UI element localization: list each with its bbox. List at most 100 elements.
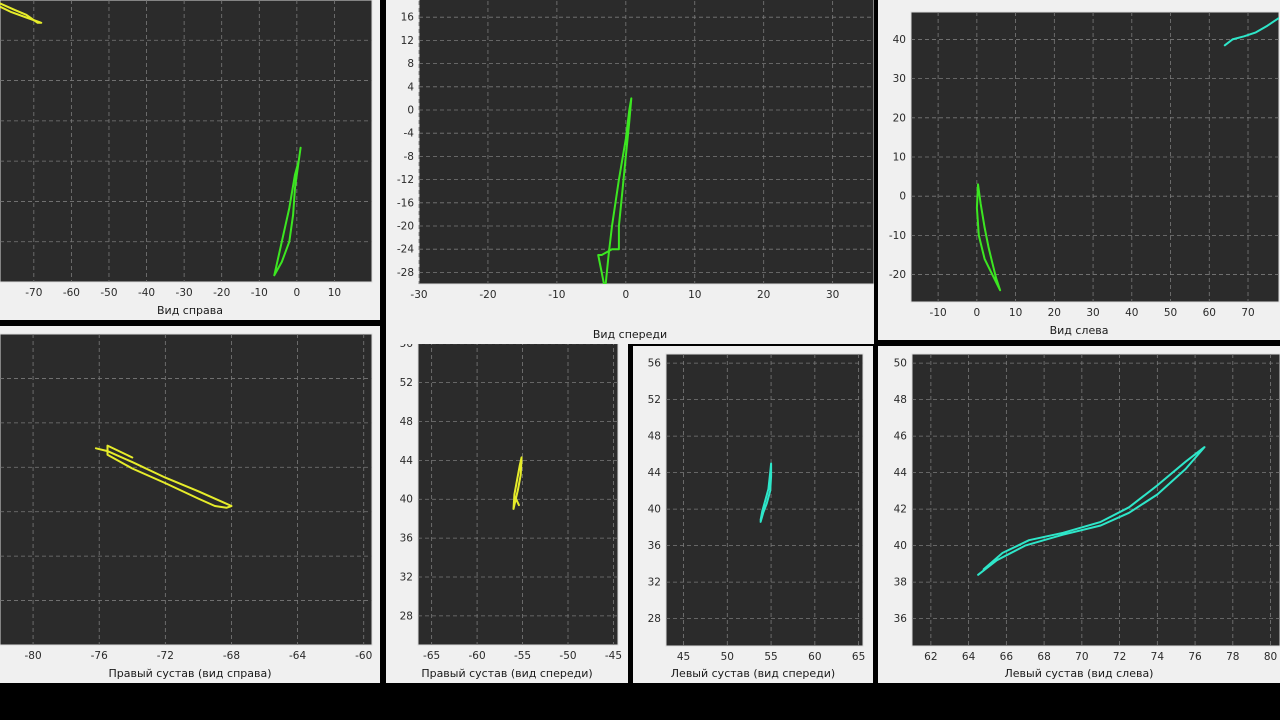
chart-right-joint-front: -65 -60 -55 -50 -455652484440363228 — [400, 333, 622, 662]
x-tick-label: -64 — [289, 650, 306, 662]
x-tick-label: -68 — [223, 650, 240, 662]
x-tick-label: -72 — [157, 650, 174, 662]
y-tick-label: 32 — [400, 571, 413, 583]
panel-left-joint-front: 45 50 55 60 65 56 52 48 44 40 36 32 28 Левый сустав … — [633, 346, 873, 683]
y-tick-label: 36 — [894, 613, 908, 625]
chart-right-joint-side: -80 -76 -72 -68 -64 -60 — [0, 333, 373, 662]
y-tick-label: 28 — [648, 613, 661, 625]
y-tick-label: 0 — [899, 191, 906, 203]
chart-left-joint-front: 45 50 55 60 65 56 52 48 44 40 36 32 28 — [648, 353, 865, 663]
y-tick-label: 48 — [648, 431, 661, 443]
x-tick-label: 64 — [962, 651, 976, 663]
x-tick-label: 20 — [757, 289, 770, 301]
x-tick-label: -30 — [176, 287, 193, 299]
x-tick-label: 10 — [328, 287, 341, 299]
x-tick-label: -20 — [479, 289, 496, 301]
x-tick-label: -70 — [25, 287, 42, 299]
y-tick-label: 16 — [401, 12, 415, 24]
x-tick-label: -10 — [930, 307, 947, 319]
y-tick-label: 40 — [648, 504, 661, 516]
x-tick-label: 78 — [1226, 651, 1239, 663]
chart-right-view: -70 -60 -50 -40 -30 -20 -10 0 10 — [0, 0, 373, 299]
y-tick-label: -12 — [397, 174, 414, 186]
y-tick-label: 36 — [400, 533, 414, 545]
x-tick-label: -10 — [251, 287, 268, 299]
x-tick-label: -80 — [24, 650, 41, 662]
x-tick-label: 10 — [1009, 307, 1022, 319]
x-tick-label: -76 — [91, 650, 108, 662]
y-tick-label: 48 — [400, 416, 413, 428]
y-tick-label: 40 — [894, 540, 907, 552]
y-tick-label: 30 — [893, 73, 906, 85]
y-tick-label: 36 — [648, 540, 662, 552]
panel-left-view: -10 0 10 20 30 40 50 60 70 40 30 20 10 0 -10 -20 Вид сл… — [878, 0, 1280, 340]
x-tick-label: -10 — [548, 289, 565, 301]
y-tick-label: -24 — [397, 244, 414, 256]
plot-area — [418, 0, 874, 285]
x-tick-label: 76 — [1188, 651, 1202, 663]
x-tick-label: 68 — [1037, 651, 1050, 663]
plot-area — [0, 0, 373, 283]
x-tick-label: 70 — [1241, 307, 1254, 319]
panel-right-joint-front: -65 -60 -55 -50 -45 56 52 48 44 40 36 32 28 Правый с… — [386, 326, 628, 683]
x-tick-label: 80 — [1264, 651, 1277, 663]
y-tick-label: 38 — [894, 577, 907, 589]
chart-front-view: -30 -20 -10 0 10 20 30 20 16 12 8 4 0 -4 -8 -12 -16 -20 -2… — [397, 0, 874, 301]
y-tick-label: 20 — [893, 112, 906, 124]
x-tick-label: 10 — [688, 289, 701, 301]
y-tick-label: 44 — [894, 467, 908, 479]
y-tick-label: 28 — [400, 610, 413, 622]
y-tick-label: -16 — [397, 197, 414, 209]
x-tick-label: 55 — [764, 651, 777, 663]
x-tick-label: 40 — [1125, 307, 1138, 319]
panel-front-view: -30 -20 -10 0 10 20 30 20 16 12 8 4 0 -4 -8 -12 -16 -20 -2… — [386, 0, 874, 344]
y-tick-label: 42 — [894, 504, 907, 516]
x-tick-label: 65 — [852, 651, 865, 663]
chart-left-joint-side: 62 64 66 68 70 72 74 76 78 80 50 48 46 44 42 40 38 36 — [894, 353, 1280, 663]
x-tick-label: 50 — [1164, 307, 1177, 319]
y-tick-label: -28 — [397, 267, 414, 279]
caption-front-view: Вид спереди — [592, 328, 668, 341]
plot-area — [911, 353, 1280, 647]
y-tick-label: 44 — [400, 455, 414, 467]
y-tick-label: -10 — [889, 230, 906, 242]
y-tick-label: 52 — [400, 377, 413, 389]
caption-left-joint-side: Левый сустав (вид слева) — [1004, 667, 1154, 680]
chart-left-view: -10 0 10 20 30 40 50 60 70 40 30 20 10 0 -10 -20 — [889, 11, 1280, 319]
panel-right-view: -70 -60 -50 -40 -30 -20 -10 0 10 Вид справа — [0, 0, 380, 320]
x-tick-label: -60 — [355, 650, 372, 662]
y-tick-label: -20 — [397, 221, 414, 233]
x-tick-label: -30 — [410, 289, 427, 301]
y-tick-label: 48 — [894, 394, 907, 406]
y-tick-label: 20 — [401, 0, 414, 1]
x-tick-label: -65 — [423, 650, 440, 662]
y-tick-label: 50 — [894, 358, 907, 370]
x-tick-label: 72 — [1113, 651, 1126, 663]
x-tick-label: -40 — [138, 287, 155, 299]
x-tick-label: 0 — [622, 289, 629, 301]
y-tick-label: 46 — [894, 431, 908, 443]
x-tick-label: 50 — [721, 651, 734, 663]
x-tick-label: 70 — [1075, 651, 1088, 663]
bottom-black-band — [0, 683, 1280, 720]
x-tick-label: 62 — [924, 651, 937, 663]
y-tick-label: 8 — [407, 58, 414, 70]
y-tick-label: 40 — [400, 494, 413, 506]
caption-right-joint-side: Правый сустав (вид справа) — [108, 667, 272, 680]
x-tick-label: -50 — [559, 650, 576, 662]
caption-left-joint-front: Левый сустав (вид спереди) — [670, 667, 836, 680]
x-tick-label: 20 — [1048, 307, 1061, 319]
x-tick-label: -50 — [100, 287, 117, 299]
y-tick-label: -20 — [889, 269, 906, 281]
panel-right-joint-side: -80 -76 -72 -68 -64 -60 Правый сустав (вид сп… — [0, 326, 380, 683]
x-tick-label: 66 — [1000, 651, 1014, 663]
x-tick-label: 30 — [826, 289, 839, 301]
x-tick-label: 45 — [677, 651, 690, 663]
x-tick-label: -60 — [63, 287, 80, 299]
caption-left-view: Вид слева — [1049, 324, 1109, 337]
x-tick-label: 0 — [974, 307, 981, 319]
y-tick-label: 32 — [648, 577, 661, 589]
x-tick-label: -45 — [605, 650, 622, 662]
y-tick-label: 40 — [893, 34, 906, 46]
panel-left-joint-side: 62 64 66 68 70 72 74 76 78 80 50 48 46 44 42 40 38 36 Лев… — [878, 346, 1280, 683]
